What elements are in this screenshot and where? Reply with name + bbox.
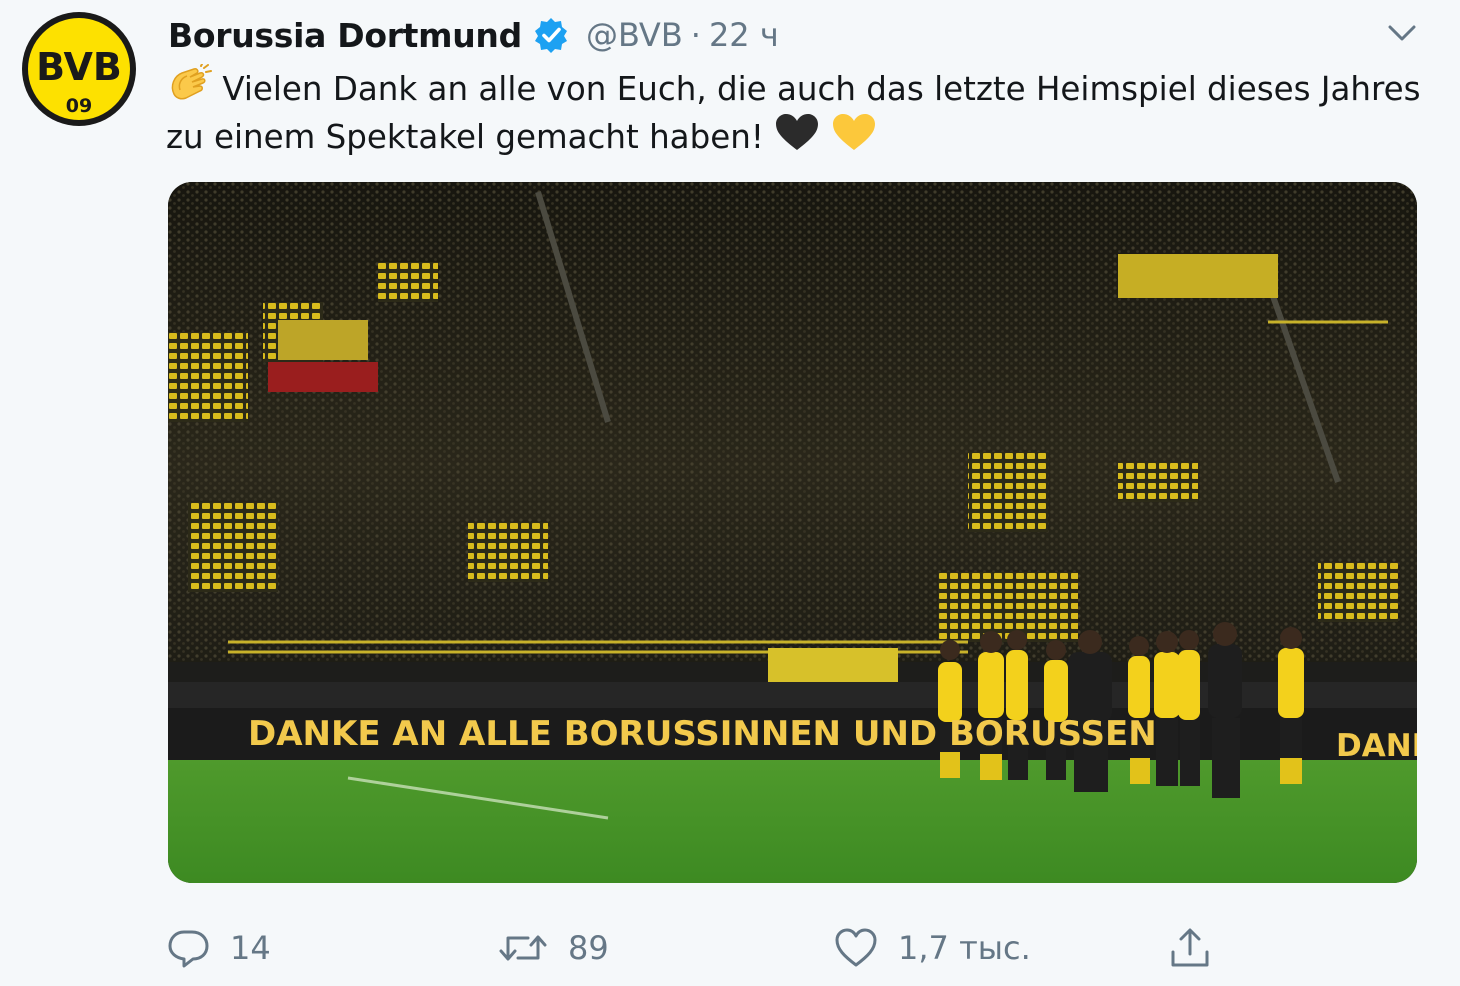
banner-text: DANKE AN ALLE BORUSSINNEN UND BORUSSEN bbox=[248, 714, 1157, 754]
tweet-text-content-1: Vielen Dank an alle von Euch, die auch d… bbox=[222, 70, 1421, 108]
tweet-header: Borussia Dortmund @BVB · 22 ч bbox=[168, 10, 779, 60]
verified-badge-icon bbox=[532, 16, 570, 54]
chevron-down-icon[interactable] bbox=[1386, 20, 1418, 46]
stadium-photo bbox=[168, 182, 1417, 883]
reply-bubble-icon bbox=[166, 926, 210, 970]
retweet-count: 89 bbox=[568, 929, 609, 967]
like-button[interactable]: 1,7 тыс. bbox=[834, 918, 1031, 978]
tweet-text-content-2: zu einem Spektakel gemacht haben! bbox=[166, 118, 764, 156]
black-heart-emoji bbox=[774, 112, 820, 152]
like-count: 1,7 тыс. bbox=[898, 929, 1031, 967]
tweet-photo[interactable]: DANKE AN ALLE BORUSSINNEN UND BORUSSEN D… bbox=[168, 182, 1417, 883]
share-upload-icon bbox=[1168, 926, 1212, 970]
tweet-text: Vielen Dank an alle von Euch, die auch d… bbox=[166, 64, 1436, 160]
banner-text-right: DANK bbox=[1336, 728, 1417, 764]
tweet-actions: 14 89 1,7 тыс. bbox=[0, 918, 1460, 978]
heart-outline-icon bbox=[834, 926, 878, 970]
logo-text-bottom: 09 bbox=[66, 95, 92, 117]
retweet-button[interactable]: 89 bbox=[498, 918, 609, 978]
profile-avatar[interactable]: BVB 09 bbox=[20, 10, 138, 128]
share-button[interactable] bbox=[1168, 918, 1212, 978]
tweet-text-line-1: Vielen Dank an alle von Euch, die auch d… bbox=[166, 64, 1436, 112]
tweet-card[interactable]: BVB 09 Borussia Dortmund @BVB · 22 ч Vie… bbox=[0, 0, 1460, 986]
reply-button[interactable]: 14 bbox=[166, 918, 271, 978]
clapping-hands-emoji bbox=[166, 64, 212, 104]
tweet-timestamp[interactable]: 22 ч bbox=[709, 16, 779, 54]
header-separator: · bbox=[690, 16, 701, 54]
tweet-text-line-2: zu einem Spektakel gemacht haben! bbox=[166, 112, 1436, 160]
user-handle[interactable]: @BVB bbox=[586, 16, 683, 54]
yellow-heart-emoji bbox=[831, 112, 877, 152]
retweet-icon bbox=[498, 926, 548, 970]
display-name[interactable]: Borussia Dortmund bbox=[168, 16, 522, 55]
bvb-logo-icon: BVB 09 bbox=[22, 12, 136, 126]
reply-count: 14 bbox=[230, 929, 271, 967]
logo-text-top: BVB bbox=[36, 45, 122, 89]
